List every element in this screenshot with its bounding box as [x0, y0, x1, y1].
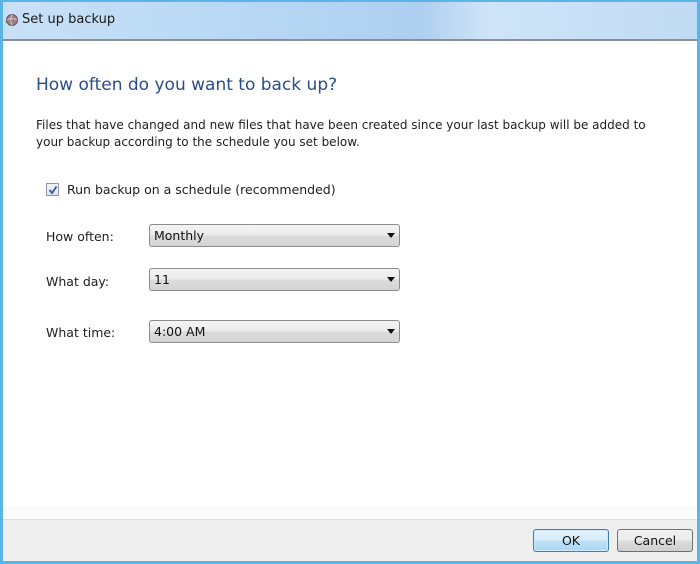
- window-title: Set up backup: [22, 12, 116, 27]
- footer-separator: [3, 506, 697, 517]
- how-often-label: How often:: [46, 229, 114, 244]
- what-time-value: 4:00 AM: [154, 324, 206, 339]
- page-heading: How often do you want to back up?: [36, 75, 338, 95]
- backup-globe-icon: [5, 13, 19, 27]
- chevron-down-icon: [383, 269, 399, 290]
- cancel-button[interactable]: Cancel: [617, 529, 693, 552]
- what-day-dropdown[interactable]: 11: [149, 268, 400, 291]
- setup-backup-window: Set up backup How often do you want to b…: [0, 0, 700, 564]
- what-time-label: What time:: [46, 325, 116, 340]
- dialog-content: How often do you want to back up? Files …: [3, 43, 697, 519]
- dialog-footer: OK Cancel: [3, 519, 697, 561]
- how-often-dropdown[interactable]: Monthly: [149, 224, 400, 247]
- title-bar[interactable]: Set up backup: [3, 2, 697, 41]
- what-day-label: What day:: [46, 274, 110, 289]
- page-description: Files that have changed and new files th…: [36, 118, 646, 149]
- ok-button[interactable]: OK: [533, 529, 609, 552]
- how-often-value: Monthly: [154, 228, 205, 243]
- checkmark-icon: [48, 185, 57, 194]
- what-time-dropdown[interactable]: 4:00 AM: [149, 320, 400, 343]
- chevron-down-icon: [383, 321, 399, 342]
- what-day-value: 11: [154, 272, 170, 287]
- chevron-down-icon: [383, 225, 399, 246]
- schedule-checkbox-label[interactable]: Run backup on a schedule (recommended): [67, 182, 336, 197]
- schedule-checkbox[interactable]: [46, 183, 59, 196]
- schedule-checkbox-row[interactable]: Run backup on a schedule (recommended): [46, 182, 336, 197]
